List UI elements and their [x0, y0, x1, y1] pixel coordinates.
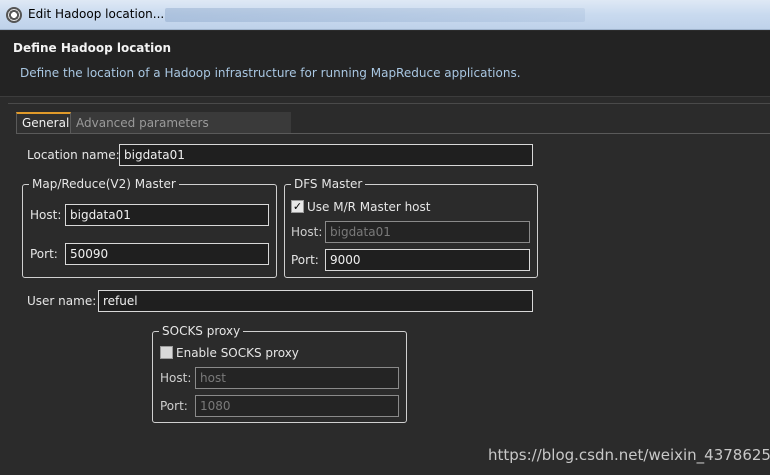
socks-port-label: Port: — [160, 399, 188, 413]
header-title: Define Hadoop location — [13, 41, 172, 55]
use-mr-master-label: Use M/R Master host — [307, 200, 431, 214]
dfs-master-title: DFS Master — [291, 177, 366, 191]
enable-socks-checkbox[interactable] — [160, 346, 173, 359]
window-title: Edit Hadoop location... — [28, 7, 165, 21]
socks-host-label: Host: — [160, 371, 192, 385]
socks-host-input[interactable]: host — [195, 367, 399, 389]
use-mr-master-checkbox[interactable]: ✓ — [291, 200, 304, 213]
dfs-host-input[interactable]: bigdata01 — [325, 221, 530, 243]
dialog-header: Define Hadoop location Define the locati… — [0, 31, 770, 97]
enable-socks-label: Enable SOCKS proxy — [176, 346, 299, 360]
dfs-port-input[interactable]: 9000 — [325, 249, 530, 271]
tab-general[interactable]: General — [16, 112, 71, 134]
tab-advanced-parameters[interactable]: Advanced parameters — [71, 112, 291, 134]
mr-master-title: Map/Reduce(V2) Master — [29, 177, 179, 191]
location-name-input[interactable]: bigdata01 — [119, 144, 533, 166]
watermark-text: https://blog.csdn.net/weixin_43786255 — [488, 446, 770, 464]
dfs-host-label: Host: — [291, 225, 323, 239]
tab-content-border — [16, 133, 770, 134]
window-title-bar: Edit Hadoop location... — [0, 0, 770, 30]
location-name-label: Location name: — [27, 148, 120, 162]
mr-host-label: Host: — [30, 208, 62, 222]
header-description: Define the location of a Hadoop infrastr… — [20, 66, 521, 80]
socks-port-input[interactable]: 1080 — [195, 395, 399, 417]
mr-port-label: Port: — [30, 247, 58, 261]
user-name-input[interactable]: refuel — [98, 290, 533, 312]
user-name-label: User name: — [27, 294, 97, 308]
eclipse-icon — [6, 7, 22, 23]
background-window-title — [165, 8, 585, 22]
mr-host-input[interactable]: bigdata01 — [65, 204, 269, 226]
socks-proxy-title: SOCKS proxy — [159, 324, 244, 338]
mr-port-input[interactable]: 50090 — [65, 243, 269, 265]
separator — [8, 103, 770, 104]
dfs-port-label: Port: — [291, 253, 319, 267]
